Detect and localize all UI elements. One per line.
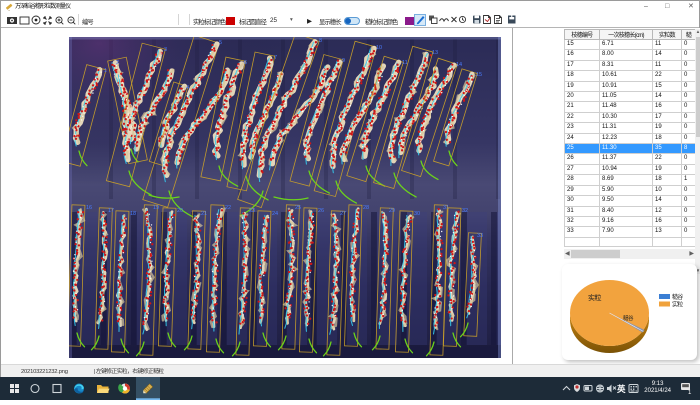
svg-text:8: 8 <box>319 38 322 44</box>
svg-text:17: 17 <box>108 208 114 214</box>
svg-text:11: 11 <box>402 60 408 66</box>
svg-text:14: 14 <box>456 62 462 68</box>
svg-text:糙谷: 糙谷 <box>623 314 634 322</box>
svg-text:25: 25 <box>295 205 301 211</box>
svg-text:糙谷: 糙谷 <box>672 293 683 301</box>
svg-text:26: 26 <box>318 208 324 214</box>
svg-text:英: 英 <box>616 384 626 394</box>
svg-text:29: 29 <box>389 208 395 214</box>
svg-text:13: 13 <box>432 50 438 56</box>
svg-text:30: 30 <box>414 211 420 217</box>
svg-text:1: 1 <box>688 390 692 396</box>
svg-text:1: 1 <box>104 68 107 74</box>
svg-text:24: 24 <box>272 211 278 217</box>
svg-text:20: 20 <box>177 208 183 214</box>
svg-text:6: 6 <box>244 60 247 66</box>
svg-text:27: 27 <box>340 211 346 217</box>
svg-text:23: 23 <box>249 208 255 214</box>
svg-text:2: 2 <box>116 60 119 66</box>
svg-text:19: 19 <box>153 205 159 211</box>
svg-text:33: 33 <box>477 233 483 239</box>
svg-text:32: 32 <box>462 208 468 214</box>
svg-text:7: 7 <box>274 55 277 61</box>
svg-text:实粒: 实粒 <box>588 293 602 302</box>
svg-text:22: 22 <box>225 205 231 211</box>
svg-text:5: 5 <box>219 40 222 46</box>
svg-text:15: 15 <box>476 72 482 78</box>
svg-text:实粒: 实粒 <box>672 301 683 309</box>
svg-text:9: 9 <box>342 58 345 64</box>
svg-text:21: 21 <box>201 211 207 217</box>
svg-text:3: 3 <box>164 47 167 53</box>
svg-text:16: 16 <box>86 205 92 211</box>
svg-text:28: 28 <box>363 205 369 211</box>
svg-text:18: 18 <box>130 211 136 217</box>
svg-text:10: 10 <box>376 45 382 51</box>
